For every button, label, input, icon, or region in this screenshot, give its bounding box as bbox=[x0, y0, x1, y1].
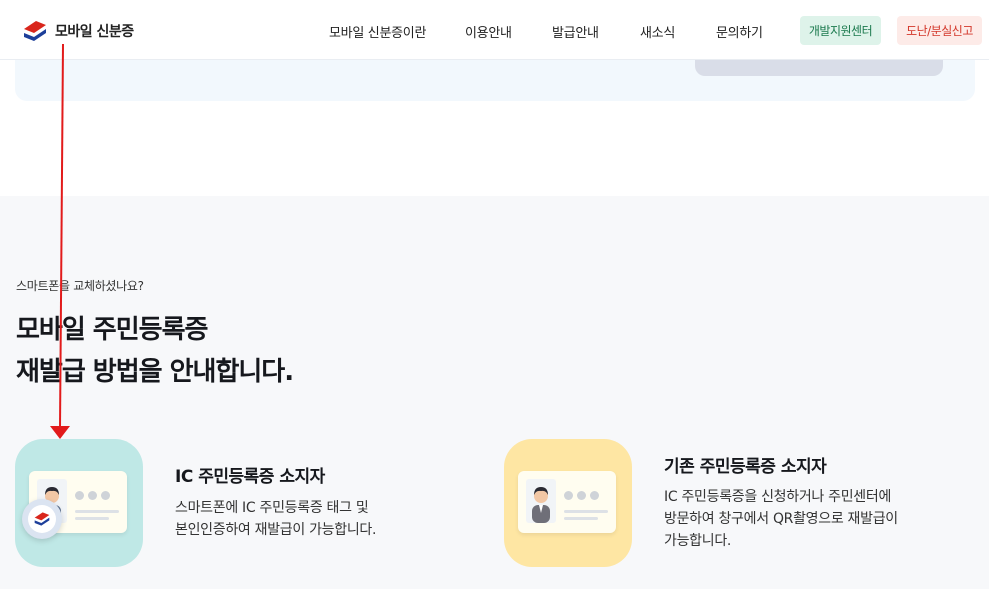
nav-news[interactable]: 새소식 bbox=[640, 22, 675, 41]
section-eyebrow: 스마트폰을 교체하셨나요? bbox=[16, 279, 144, 293]
ic-holder-desc: 스마트폰에 IC 주민등록증 태그 및 본인인증하여 재발급이 가능합니다. bbox=[175, 497, 376, 541]
old-holder-desc: IC 주민등록증을 신청하거나 주민센터에 방문하여 창구에서 QR촬영으로 재… bbox=[664, 486, 898, 552]
id-card-icon bbox=[518, 471, 616, 533]
nav-usage-guide[interactable]: 이용안내 bbox=[465, 22, 512, 41]
old-holder-illustration bbox=[504, 439, 632, 567]
card-dots bbox=[564, 491, 599, 500]
logo[interactable]: 모바일 신분증 bbox=[22, 19, 134, 43]
old-holder-desc-line2: 방문하여 창구에서 QR촬영으로 재발급이 bbox=[664, 511, 898, 527]
app-badge-icon bbox=[34, 512, 50, 526]
old-holder-desc-line1: IC 주민등록증을 신청하거나 주민센터에 bbox=[664, 489, 892, 505]
old-holder-desc-line3: 가능합니다. bbox=[664, 533, 732, 549]
section-title-line2: 재발급 방법을 안내합니다. bbox=[16, 357, 294, 387]
card-dots bbox=[75, 491, 110, 500]
section-title-line1: 모바일 주민등록증 bbox=[16, 315, 208, 345]
ic-holder-desc-line1: 스마트폰에 IC 주민등록증 태그 및 bbox=[175, 500, 369, 516]
site-header: 모바일 신분증 모바일 신분증이란 이용안내 발급안내 새소식 문의하기 개발지… bbox=[0, 0, 989, 60]
ic-holder-desc-line2: 본인인증하여 재발급이 가능합니다. bbox=[175, 522, 377, 538]
dev-center-button[interactable]: 개발지원센터 bbox=[800, 16, 881, 45]
logo-icon bbox=[24, 21, 46, 41]
ic-holder-title: IC 주민등록증 소지자 bbox=[175, 467, 325, 487]
nav-issuance-guide[interactable]: 발급안내 bbox=[552, 22, 599, 41]
person-photo-icon bbox=[526, 479, 556, 523]
app-badge-button[interactable] bbox=[22, 499, 62, 539]
banner-graphic bbox=[695, 60, 943, 76]
nav-about[interactable]: 모바일 신분증이란 bbox=[329, 22, 426, 41]
section-title: 모바일 주민등록증 재발급 방법을 안내합니다. bbox=[16, 309, 294, 393]
lost-report-button[interactable]: 도난/분실신고 bbox=[897, 16, 982, 45]
logo-text: 모바일 신분증 bbox=[55, 24, 134, 40]
old-holder-title: 기존 주민등록증 소지자 bbox=[664, 457, 827, 477]
nav-contact[interactable]: 문의하기 bbox=[716, 22, 763, 41]
